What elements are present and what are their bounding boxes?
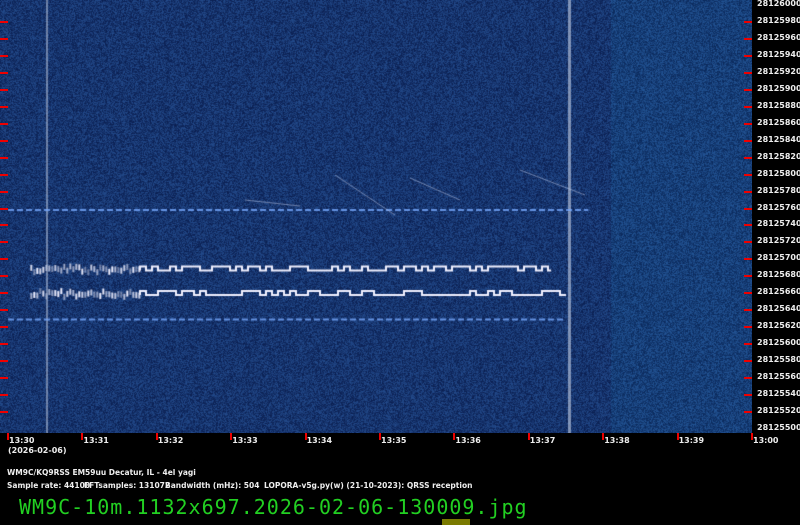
y-tick-label: 28125740 <box>757 219 800 229</box>
y-tick-mark <box>0 139 8 142</box>
x-tick-label: 13:37 <box>529 436 556 445</box>
y-tick-label: 28125500 <box>757 423 800 432</box>
x-tick-label: 13:32 <box>157 436 184 445</box>
y-tick-label: 28125800 <box>757 168 800 178</box>
fft-samples: FFTsamples: 131072 <box>84 481 171 490</box>
y-tick-mark <box>744 411 752 414</box>
y-tick-mark <box>744 309 752 312</box>
x-tick-label: 13:34 <box>306 436 333 445</box>
y-tick-mark <box>0 207 8 210</box>
y-tick-label: 28125920 <box>757 66 800 76</box>
x-date-label: (2026-02-06) <box>8 446 67 455</box>
y-tick-label: 28125560 <box>757 372 800 382</box>
y-tick-mark <box>0 360 8 363</box>
y-tick-mark <box>744 207 752 210</box>
x-tick-label: 13:39 <box>678 436 705 445</box>
y-tick-label: 28125580 <box>757 355 800 365</box>
y-tick-label: 28125600 <box>757 338 800 348</box>
y-tick-mark <box>0 258 8 261</box>
y-tick-mark <box>744 292 752 295</box>
y-tick-label: 28125700 <box>757 253 800 263</box>
y-tick-mark <box>0 20 8 23</box>
station-info: WM9C/KQ9RSS EM59uu Decatur, IL - 4el yag… <box>7 468 196 477</box>
y-tick-label: 28125960 <box>757 32 800 42</box>
y-tick-mark <box>744 343 752 346</box>
y-tick-mark <box>0 292 8 295</box>
y-tick-mark <box>744 88 752 91</box>
y-tick-label: 28125940 <box>757 49 800 59</box>
y-tick-mark <box>0 411 8 414</box>
y-tick-mark <box>0 54 8 57</box>
y-tick-mark <box>0 71 8 74</box>
y-tick-mark <box>744 360 752 363</box>
sample-rate: Sample rate: 44100 <box>7 481 91 490</box>
spectrogram-plot <box>0 0 752 433</box>
x-tick-label: 13:36 <box>455 436 481 445</box>
y-tick-mark <box>0 105 8 108</box>
y-tick-mark <box>744 156 752 159</box>
software-info: LOPORA-v5g.py(w) (21-10-2023): QRSS rece… <box>264 481 473 490</box>
y-tick-label: 28125720 <box>757 236 800 246</box>
y-tick-mark <box>0 377 8 380</box>
y-tick-label: 28125840 <box>757 134 800 144</box>
x-tick-label: 13:35 <box>381 436 407 445</box>
y-tick-mark <box>0 88 8 91</box>
y-tick-mark <box>744 105 752 108</box>
y-tick-mark <box>744 377 752 380</box>
y-tick-mark <box>744 258 752 261</box>
y-tick-mark <box>0 156 8 159</box>
y-tick-mark <box>0 122 8 125</box>
x-tick-label: 13:30 <box>9 436 35 445</box>
y-tick-label: 28125900 <box>757 83 800 93</box>
y-tick-label: 28125660 <box>757 287 800 297</box>
y-tick-mark <box>744 394 752 397</box>
y-tick-mark <box>0 275 8 278</box>
x-tick-label: 13:00 <box>753 436 779 445</box>
y-tick-label: 28125520 <box>757 406 800 416</box>
y-tick-mark <box>0 394 8 397</box>
y-tick-mark <box>0 173 8 176</box>
x-tick-label: 13:38 <box>604 436 630 445</box>
y-tick-label: 28125880 <box>757 100 800 110</box>
x-tick-label: 13:31 <box>83 436 109 445</box>
y-tick-label: 28125760 <box>757 202 800 212</box>
y-tick-mark <box>744 20 752 23</box>
bandwidth: Bandwidth (mHz): 504 <box>165 481 260 490</box>
waterfall-canvas <box>0 0 752 433</box>
y-tick-mark <box>744 139 752 142</box>
y-tick-mark <box>0 37 8 40</box>
y-tick-mark <box>744 326 752 329</box>
y-tick-mark <box>744 173 752 176</box>
y-tick-mark <box>744 275 752 278</box>
y-tick-mark <box>744 122 752 125</box>
y-tick-mark <box>744 71 752 74</box>
y-tick-mark <box>744 54 752 57</box>
y-tick-label: 28125620 <box>757 321 800 331</box>
y-tick-mark <box>0 224 8 227</box>
y-tick-label: 28125820 <box>757 151 800 161</box>
y-tick-label: 28125860 <box>757 117 800 127</box>
y-tick-label: 28125780 <box>757 185 800 195</box>
y-tick-mark <box>0 343 8 346</box>
text-cursor <box>442 519 470 525</box>
y-tick-label: 28125980 <box>757 15 800 25</box>
y-tick-mark <box>744 224 752 227</box>
filename-label: WM9C-10m.1132x697.2026-02-06-130009.jpg <box>19 495 528 519</box>
y-tick-label: 28125540 <box>757 389 800 399</box>
y-tick-mark <box>0 190 8 193</box>
y-tick-label: 28125640 <box>757 304 800 314</box>
y-tick-mark <box>0 326 8 329</box>
y-tick-mark <box>744 241 752 244</box>
y-tick-mark <box>744 190 752 193</box>
y-tick-label: 28125680 <box>757 270 800 280</box>
y-tick-mark <box>0 241 8 244</box>
x-tick-label: 13:33 <box>232 436 258 445</box>
y-tick-label: 28126000 <box>757 0 800 8</box>
y-tick-mark <box>744 37 752 40</box>
y-tick-mark <box>0 309 8 312</box>
